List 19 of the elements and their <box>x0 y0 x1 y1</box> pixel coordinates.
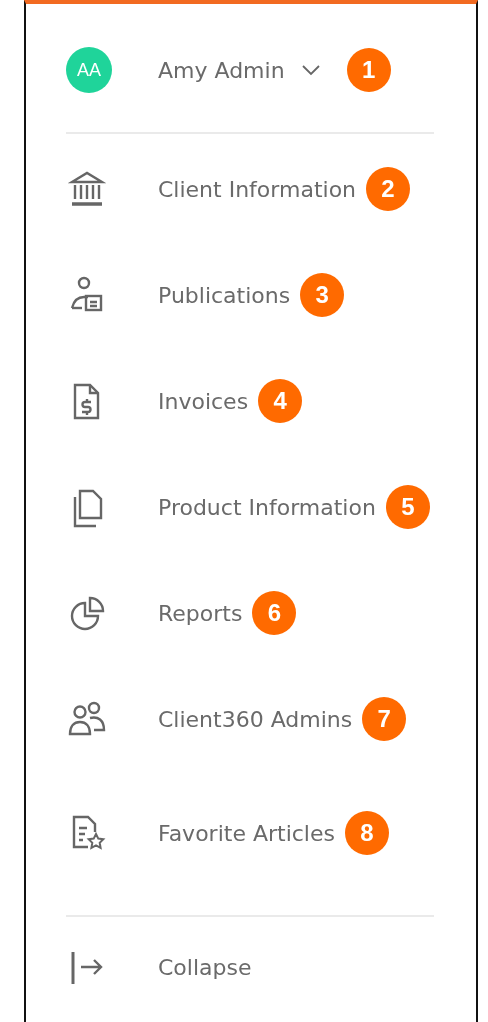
collapse-button[interactable]: Collapse <box>158 954 252 980</box>
avatar: AA <box>66 47 112 93</box>
chevron-down-icon[interactable] <box>300 64 321 76</box>
nav-item[interactable]: Product Information <box>158 494 376 520</box>
number-badge: 1 <box>346 48 391 92</box>
number-badge: 7 <box>362 697 407 741</box>
number-badge: 5 <box>385 485 430 529</box>
number-badge: 6 <box>252 591 297 635</box>
number-badge: 4 <box>258 379 303 423</box>
nav-item[interactable]: Invoices <box>158 388 249 414</box>
nav-item[interactable]: Publications <box>158 282 291 308</box>
number-badge: 2 <box>366 167 411 211</box>
user-name[interactable]: Amy Admin <box>158 57 285 83</box>
nav-item[interactable]: Reports <box>158 600 243 626</box>
nav-item[interactable]: Client360 Admins <box>158 706 353 732</box>
nav-item[interactable]: Client Information <box>158 176 357 202</box>
nav-item[interactable]: Favorite Articles <box>158 820 335 846</box>
number-badge: 3 <box>300 273 345 317</box>
number-badge: 8 <box>344 811 389 855</box>
